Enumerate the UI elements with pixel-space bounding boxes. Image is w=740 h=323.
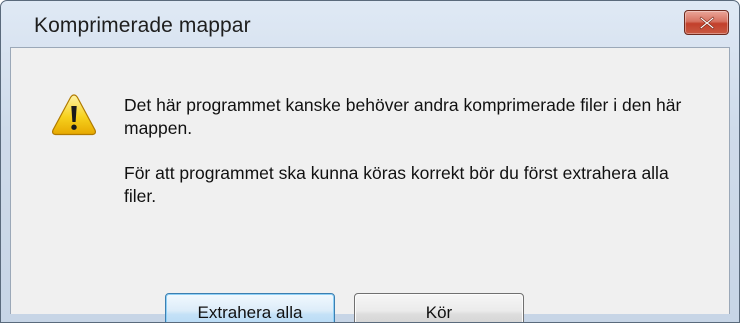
warning-icon	[51, 94, 97, 136]
title-bar[interactable]: Komprimerade mappar	[1, 1, 739, 47]
extract-all-label: Extrahera alla	[197, 302, 303, 322]
dialog-body: Det här programmet kanske behöver andra …	[10, 47, 730, 322]
message-text-2: För att programmet ska kunna köras korre…	[124, 163, 669, 206]
close-button[interactable]	[684, 10, 729, 35]
dialog-window: Komprimerade mappar Det här programmet k…	[0, 0, 740, 323]
dialog-title: Komprimerade mappar	[34, 14, 251, 37]
run-button[interactable]: Kör	[354, 293, 524, 322]
close-icon	[699, 16, 714, 29]
extract-all-button[interactable]: Extrahera alla	[165, 293, 335, 322]
message-text-1: Det här programmet kanske behöver andra …	[124, 95, 682, 138]
run-label: Kör	[425, 302, 453, 322]
